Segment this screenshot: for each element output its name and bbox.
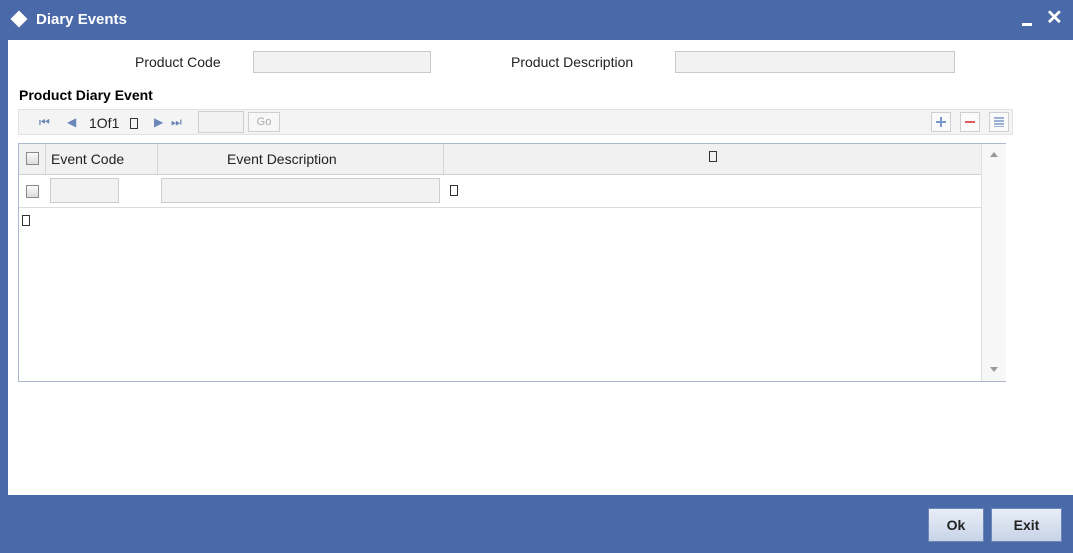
footer-bar: Ok Exit bbox=[0, 495, 1073, 553]
plus-icon[interactable] bbox=[931, 112, 951, 132]
missing-glyph-icon bbox=[22, 215, 30, 226]
column-header-event-description: Event Description bbox=[227, 151, 337, 167]
product-description-field[interactable] bbox=[675, 51, 955, 73]
vertical-scrollbar[interactable] bbox=[981, 144, 1006, 381]
window-diamond-icon bbox=[10, 10, 28, 28]
section-title: Product Diary Event bbox=[19, 87, 153, 103]
grid-view-icon[interactable] bbox=[989, 112, 1009, 132]
product-code-label: Product Code bbox=[135, 54, 221, 70]
window-left-border bbox=[0, 40, 8, 495]
exit-button[interactable]: Exit bbox=[991, 508, 1062, 542]
table-row bbox=[19, 175, 981, 208]
scroll-up-icon[interactable] bbox=[990, 152, 998, 157]
title-bar: Diary Events ✕ bbox=[0, 0, 1073, 40]
previous-page-icon[interactable]: ◀ bbox=[67, 115, 76, 129]
row-select-checkbox[interactable] bbox=[26, 185, 39, 198]
last-page-icon[interactable]: ⏭ bbox=[171, 115, 182, 130]
close-icon[interactable]: ✕ bbox=[1046, 8, 1063, 28]
window-title: Diary Events bbox=[36, 11, 127, 28]
product-description-label: Product Description bbox=[511, 54, 634, 70]
select-all-checkbox[interactable] bbox=[26, 152, 39, 165]
minus-icon[interactable] bbox=[960, 112, 980, 132]
product-code-field[interactable] bbox=[253, 51, 431, 73]
next-page-icon[interactable]: ▶ bbox=[154, 115, 163, 129]
page-indicator: 1Of1 bbox=[89, 115, 120, 131]
go-button[interactable]: Go bbox=[248, 112, 280, 132]
missing-glyph-icon bbox=[709, 151, 717, 162]
missing-glyph-icon bbox=[450, 185, 458, 196]
column-divider bbox=[157, 144, 158, 174]
ok-button[interactable]: Ok bbox=[928, 508, 984, 542]
event-code-field[interactable] bbox=[50, 178, 119, 203]
missing-glyph-icon bbox=[130, 118, 138, 129]
diary-event-grid: Event Code Event Description bbox=[18, 143, 1006, 382]
event-description-field[interactable] bbox=[161, 178, 440, 203]
column-header-event-code: Event Code bbox=[51, 151, 125, 167]
grid-toolbar: ⏮ ◀ 1Of1 ▶ ⏭ Go bbox=[18, 109, 1013, 135]
grid-header: Event Code Event Description bbox=[19, 144, 981, 175]
first-page-icon[interactable]: ⏮ bbox=[39, 115, 50, 130]
column-divider bbox=[443, 144, 444, 174]
page-number-input[interactable] bbox=[198, 111, 244, 133]
minimize-icon[interactable] bbox=[1019, 9, 1035, 29]
scroll-down-icon[interactable] bbox=[990, 367, 998, 372]
column-divider bbox=[45, 144, 46, 174]
